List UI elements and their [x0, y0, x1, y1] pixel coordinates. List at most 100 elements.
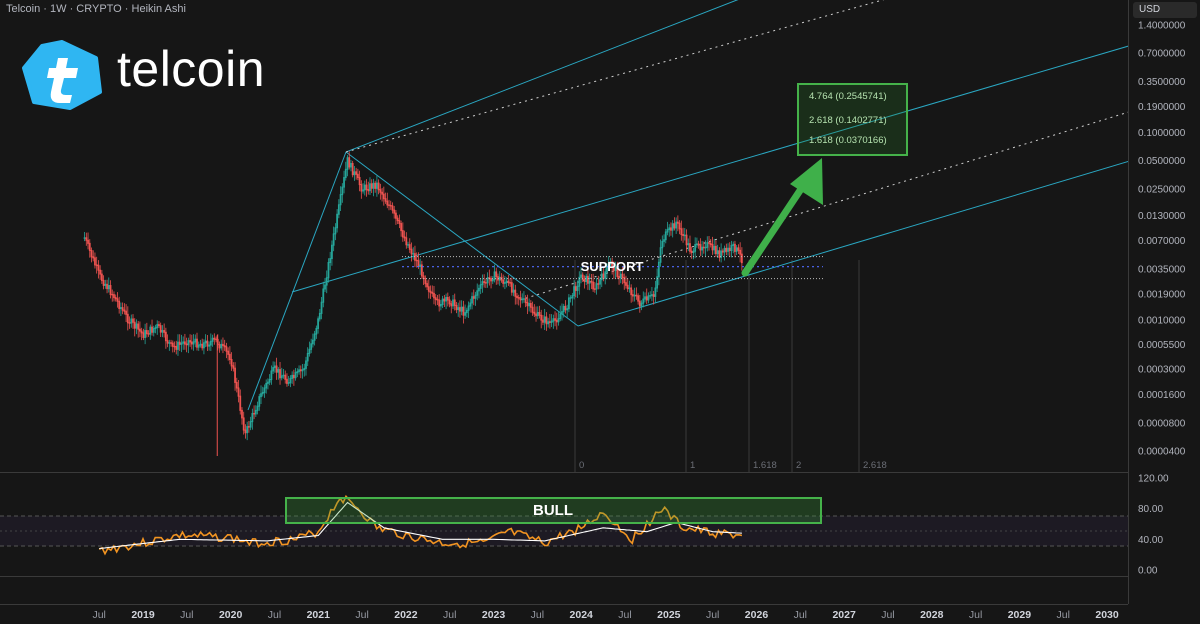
candle-body [83, 237, 86, 239]
candle-body [367, 189, 370, 192]
candle-body [149, 326, 152, 335]
candle-body [436, 298, 439, 301]
candle-body [286, 378, 288, 384]
candle-body [538, 312, 541, 316]
candle-body [569, 297, 572, 299]
candle-body [317, 318, 319, 329]
candle-body [159, 325, 162, 333]
candle-body [524, 298, 527, 304]
candle-body [215, 338, 217, 341]
candle-body [384, 198, 387, 202]
candle-body [486, 277, 489, 284]
candle-body [445, 296, 447, 302]
candle-body [161, 330, 164, 333]
candle-body [334, 227, 337, 235]
candle-body [97, 264, 100, 271]
candle-body [322, 288, 325, 303]
candle-body [512, 289, 515, 293]
candle-body [358, 176, 361, 186]
candle-body [362, 189, 364, 192]
support-label: SUPPORT [581, 259, 644, 274]
candle-body [382, 193, 385, 200]
candle-body [533, 311, 536, 315]
currency-button[interactable]: USD [1133, 2, 1197, 18]
price-tick-label: 0.0070000 [1138, 236, 1186, 247]
candle-body [209, 340, 212, 346]
candle-body [318, 312, 321, 320]
candle-body [88, 242, 91, 251]
candle-body [559, 313, 562, 320]
time-tick-label: 2020 [219, 609, 243, 621]
price-tick-label: 0.0010000 [1138, 315, 1186, 326]
candle-body [664, 231, 667, 241]
price-axis[interactable]: 1.4000000 0.7000000 0.3500000 0.1900000 0.10… [1138, 21, 1186, 458]
candle-body [211, 337, 214, 342]
candle-body [267, 381, 269, 384]
candle-body [391, 205, 394, 211]
candle-body [474, 294, 477, 299]
candle-body [139, 328, 141, 332]
candle-body [132, 318, 134, 323]
candle-body [123, 309, 126, 312]
candle-body [171, 342, 174, 347]
candle-body [280, 375, 283, 379]
candle-body [190, 341, 193, 345]
candle-body [576, 285, 579, 291]
candle-body [528, 302, 531, 307]
candle-body [517, 297, 520, 299]
candle-body [548, 321, 551, 323]
candle-body [227, 350, 230, 355]
candle-body [251, 412, 254, 423]
candle-body [566, 308, 569, 311]
candle-body [350, 162, 352, 168]
candle-body [663, 239, 665, 242]
candle-body [400, 223, 403, 232]
bull-box: BULL [285, 497, 822, 524]
candle-body [282, 374, 285, 377]
candle-body [716, 250, 719, 255]
candle-body [631, 294, 634, 297]
price-tick-label: 0.1000000 [1138, 128, 1186, 139]
time-tick-label: Jul [268, 609, 281, 621]
candle-body [401, 230, 404, 238]
candle-body [125, 310, 127, 315]
price-tick-label: 0.0001600 [1138, 390, 1186, 401]
candle-body [166, 340, 169, 344]
candle-body [94, 257, 96, 266]
candle-body [443, 298, 446, 302]
price-tick-label: 0.0005500 [1138, 340, 1186, 351]
candle-body [325, 277, 328, 286]
candle-body [261, 392, 264, 395]
candle-body [379, 189, 382, 193]
candle-body [465, 309, 468, 314]
candle-body [234, 367, 236, 383]
candle-body [175, 346, 178, 350]
time-tick-label: Jul [706, 609, 719, 621]
candle-body [545, 316, 548, 325]
candle-body [587, 275, 589, 284]
candle-body [133, 321, 136, 329]
candle-body [564, 305, 567, 311]
candle-body [113, 294, 115, 299]
candle-body [398, 220, 401, 225]
candle-body [102, 279, 105, 286]
candle-body [536, 312, 539, 317]
candle-body [310, 343, 313, 350]
candle-body [441, 298, 444, 306]
candle-body [735, 247, 738, 252]
candle-body [597, 283, 600, 285]
candle-body [183, 341, 186, 345]
candle-body [642, 298, 645, 304]
candle-body [327, 262, 330, 279]
candle-body [265, 382, 268, 389]
candle-body [732, 243, 735, 246]
candle-body [692, 250, 695, 254]
candle-body [87, 239, 89, 244]
candle-body [535, 313, 537, 317]
candle-body [106, 283, 108, 290]
candle-body [329, 258, 332, 264]
candle-body [140, 330, 143, 334]
candle-body [713, 245, 716, 251]
candle-body [424, 277, 427, 285]
candle-body [128, 322, 131, 324]
